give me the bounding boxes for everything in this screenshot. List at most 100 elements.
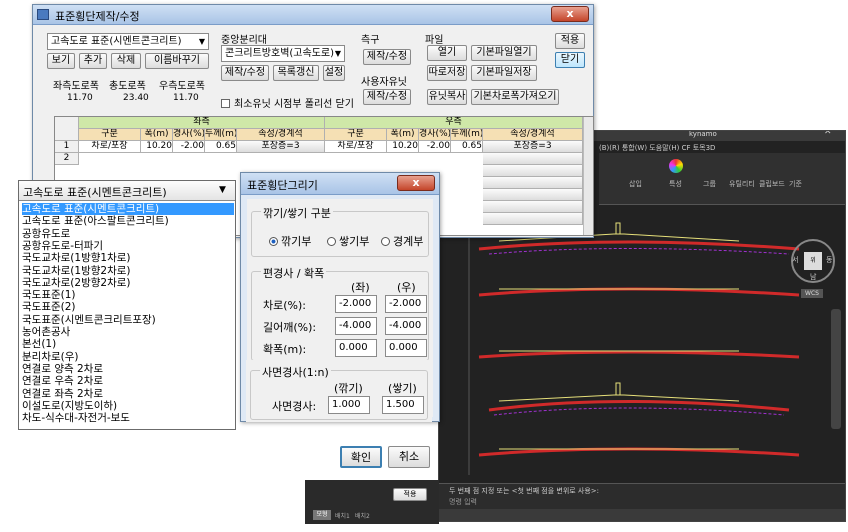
refresh-list-button[interactable]: 목록갱신: [273, 65, 319, 81]
empty-attr-button[interactable]: [483, 213, 583, 225]
dropdown-item[interactable]: 농어촌공사: [22, 326, 234, 338]
nav-bar[interactable]: [831, 309, 841, 429]
ribbon-base[interactable]: 기준: [789, 179, 802, 189]
table-scrollbar[interactable]: [583, 117, 593, 235]
min-unit-checkbox[interactable]: 최소유닛 시점부 폴리선 닫기: [221, 95, 354, 110]
dropdown-item[interactable]: 공항유도로-터파기: [22, 240, 234, 252]
save-as-button[interactable]: 따로저장: [427, 65, 467, 81]
empty-attr-button[interactable]: [483, 189, 583, 201]
widening-left-input[interactable]: 0.000: [335, 339, 377, 357]
cad-ribbon-tabs[interactable]: (B)(R) 통합(W) 도움말(H) CF 토목3D: [599, 143, 715, 153]
layout-2-tab[interactable]: 배치2: [355, 511, 370, 520]
dropdown-item[interactable]: 고속도로 표준(시멘트콘크리트): [22, 203, 234, 215]
apply-button[interactable]: 적용: [555, 33, 585, 49]
cell-width[interactable]: 10.20: [141, 141, 173, 153]
dropdown-item[interactable]: 본선(1): [22, 338, 234, 350]
dropdown-item[interactable]: 분리차로(우): [22, 351, 234, 363]
viewcube-west[interactable]: 서: [792, 255, 798, 265]
unit-copy-button[interactable]: 유닛복사: [427, 89, 467, 105]
add-button[interactable]: 추가: [79, 53, 107, 69]
main-close-button[interactable]: x: [551, 6, 589, 22]
lane-slope-right-input[interactable]: -2.000: [385, 295, 427, 313]
dropdown-item[interactable]: 고속도로 표준(아스팔트콘크리트): [22, 215, 234, 227]
dropdown-item[interactable]: 공항유도로: [22, 228, 234, 240]
dropdown-item[interactable]: 연결로 좌측 2차로: [22, 388, 234, 400]
side-slope-fill-input[interactable]: 1.500: [382, 396, 424, 414]
close-button[interactable]: 닫기: [555, 52, 585, 68]
median-select[interactable]: 콘크리트방호벽(고속도로) ▼: [221, 45, 345, 62]
command-area[interactable]: 두 번째 점 지정 또는 <첫 번째 점을 변위로 사용>: 명령 입력: [439, 483, 845, 509]
empty-attr-button[interactable]: [483, 177, 583, 189]
dropdown-selected[interactable]: 고속도로 표준(시멘트콘크리트) ▼: [19, 181, 235, 201]
cell-slope-right[interactable]: -2.00: [419, 141, 451, 153]
dropdown-item[interactable]: 국도표준(1): [22, 289, 234, 301]
ribbon-group[interactable]: 그룹: [703, 179, 716, 189]
dialog-close-button[interactable]: x: [397, 175, 435, 191]
dropdown-item[interactable]: 국도교차로(1방향1차로): [22, 252, 234, 264]
cad-apply-button[interactable]: 적용: [393, 488, 427, 501]
cut-col-label: (깎기): [334, 382, 363, 395]
rename-button[interactable]: 이름바꾸기: [145, 53, 209, 69]
radio-cut[interactable]: 깎기부: [269, 233, 311, 249]
empty-attr-button[interactable]: [483, 153, 583, 165]
empty-attr-button[interactable]: [483, 165, 583, 177]
empty-attr-button[interactable]: [483, 201, 583, 213]
base-save-button[interactable]: 기본파일저장: [471, 65, 537, 81]
radio-fill-label: 쌓기부: [339, 235, 370, 248]
cell-type-right[interactable]: 차로/포장: [325, 141, 387, 153]
dropdown-item[interactable]: 국도교차로(1방향2차로): [22, 265, 234, 277]
radio-boundary[interactable]: 경계부: [381, 233, 423, 249]
cell-type[interactable]: 차로/포장: [79, 141, 141, 153]
median-make-button[interactable]: 제작/수정: [221, 65, 269, 81]
dropdown-item[interactable]: 이설도로(지방도이하): [22, 400, 234, 412]
wcs-label[interactable]: WCS: [801, 289, 823, 298]
view-button[interactable]: 보기: [47, 53, 75, 69]
slope-label: 편경사 / 확폭: [261, 265, 327, 281]
delete-button[interactable]: 삭제: [111, 53, 141, 69]
cell-slope[interactable]: -2.00: [173, 141, 205, 153]
ribbon-properties[interactable]: 특성: [669, 179, 682, 189]
dropdown-item[interactable]: 국도표준(2): [22, 301, 234, 313]
ribbon-clipboard[interactable]: 클립보드: [759, 179, 785, 189]
viewcube-top[interactable]: 위: [804, 252, 822, 270]
lane-slope-left-input[interactable]: -2.000: [335, 295, 377, 313]
base-open-button[interactable]: 기본파일열기: [471, 45, 537, 61]
user-unit-make-button[interactable]: 제작/수정: [363, 89, 411, 105]
open-button[interactable]: 열기: [427, 45, 467, 61]
ribbon-utility[interactable]: 유틸리티: [729, 179, 755, 189]
viewcube[interactable]: 위 서 동 남: [791, 239, 835, 283]
dropdown-item[interactable]: 국도교차로(2방향2차로): [22, 277, 234, 289]
dropdown-item[interactable]: 차도-식수대-자전거-보도: [22, 412, 234, 424]
dropdown-item[interactable]: 국도표준(시멘트콘크리트포장): [22, 314, 234, 326]
checkbox-icon: [221, 99, 230, 108]
shoulder-slope-left-input[interactable]: -4.000: [335, 317, 377, 335]
cell-attr-button[interactable]: 포장층=3: [237, 141, 325, 153]
ok-button[interactable]: 확인: [340, 446, 382, 468]
base-width-get-button[interactable]: 기본차로폭가져오기: [471, 89, 559, 105]
cad-close-icon[interactable]: ✕: [824, 131, 832, 137]
cad-drawing[interactable]: [439, 205, 846, 475]
viewcube-south[interactable]: 남: [810, 272, 816, 282]
shoulder-slope-right-input[interactable]: -4.000: [385, 317, 427, 335]
settings-button[interactable]: 설정: [323, 65, 345, 81]
road-type-select[interactable]: 고속도로 표준(시멘트콘크리트) ▼: [47, 33, 209, 50]
dropdown-item[interactable]: 연결로 우측 2차로: [22, 375, 234, 387]
cell-width-right[interactable]: 10.20: [387, 141, 419, 153]
road-type-dropdown[interactable]: 고속도로 표준(시멘트콘크리트) ▼ 고속도로 표준(시멘트콘크리트) 고속도로 …: [18, 180, 236, 430]
color-wheel-icon[interactable]: [669, 159, 683, 173]
widening-right-input[interactable]: 0.000: [385, 339, 427, 357]
cancel-button[interactable]: 취소: [388, 446, 430, 468]
side-slope-cut-input[interactable]: 1.000: [328, 396, 370, 414]
side-slope-section: 사면경사(1:n) (깎기) (쌓기) 사면경사: 1.000 1.500: [246, 360, 432, 422]
layout-1-tab[interactable]: 배치1: [335, 511, 350, 520]
cell-thick[interactable]: 0.65: [205, 141, 237, 153]
ribbon-insert[interactable]: 삽입: [629, 179, 642, 189]
dropdown-item[interactable]: 연결로 양측 2차로: [22, 363, 234, 375]
ditch-make-button[interactable]: 제작/수정: [363, 49, 411, 65]
viewcube-east[interactable]: 동: [826, 255, 832, 265]
cell-attr-right-button[interactable]: 포장층=3: [483, 141, 583, 153]
layout-model-tab[interactable]: 모형: [313, 510, 331, 520]
command-input[interactable]: 명령 입력: [449, 497, 477, 507]
cell-thick-right[interactable]: 0.65: [451, 141, 483, 153]
radio-fill[interactable]: 쌓기부: [327, 233, 369, 249]
